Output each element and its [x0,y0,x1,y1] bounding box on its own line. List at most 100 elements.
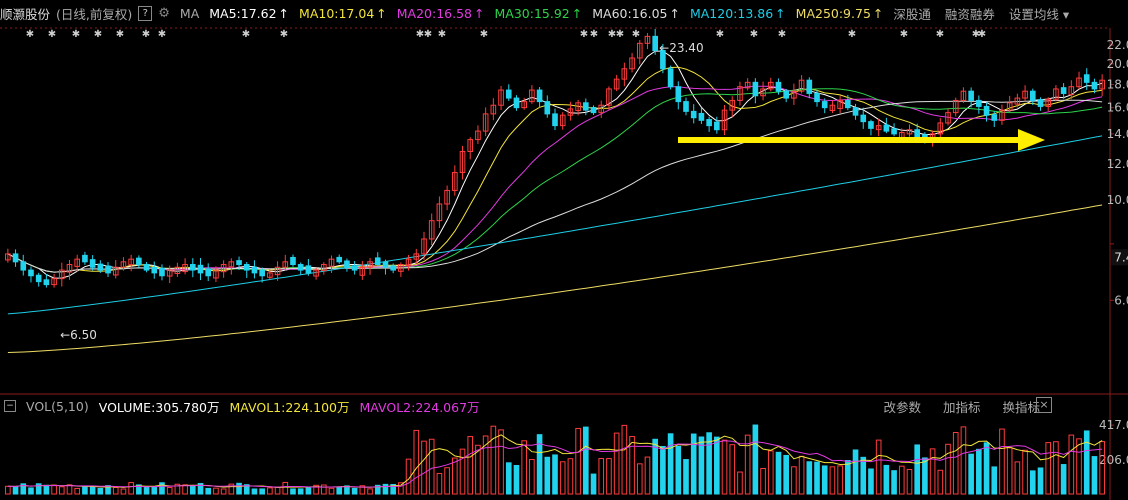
volume-bar [112,486,119,495]
volume-bar [436,472,443,495]
ma120-line [7,135,1103,315]
volume-bar [660,445,666,495]
candle-body [806,79,813,94]
event-marker: ✱ [94,29,102,40]
event-marker: ✱ [778,29,786,40]
candle-body [675,86,682,103]
y-tick-label: 18.00 [1107,78,1128,92]
y-tick-label: 22.00 [1107,38,1128,52]
candle-body [89,259,96,268]
volume-bar [729,444,736,495]
volume-bar [629,435,635,495]
vol-y-tick-label: 417.00 [1099,418,1128,432]
candle-body [814,92,820,103]
candle-body [714,121,720,131]
candle-body [143,263,150,271]
volume-bar [814,461,820,495]
event-marker: ✱ [580,29,588,40]
event-marker: ✱ [900,29,908,40]
candle-body [683,101,689,112]
volume-bar [683,459,689,495]
candle-body [775,81,782,92]
volume-bar [282,481,289,495]
candle-body [105,265,111,274]
volume-bar [5,485,11,495]
volume-bar [452,457,458,495]
volume-bar [467,436,474,495]
volume-bar [1053,441,1059,495]
volume-bar [513,464,520,495]
volume-bar [166,486,173,495]
candle-body [706,119,712,127]
volume-bar [945,443,951,495]
candle-body [698,112,705,121]
event-marker: ✱ [116,29,124,40]
volume-bar [58,486,65,495]
volume-bar [320,484,327,495]
volume-bar [189,485,196,495]
volume-bar [914,444,921,495]
candle-body [351,265,358,271]
candle-body [845,99,851,109]
volume-bar [159,482,165,495]
volume-bar [305,487,312,495]
candle-body [243,263,250,271]
candle-body [236,260,242,266]
event-marker: ✱ [716,29,724,40]
candle-body [983,105,990,116]
candle-body [914,129,921,138]
volume-bar [1029,470,1036,495]
volume-bar [636,463,643,495]
volume-bar [999,428,1005,495]
y-tick-label: 16.00 [1107,101,1128,115]
volume-bar [97,487,104,495]
candle-body [344,260,350,268]
candle-body [159,267,165,277]
volume-bar [829,466,836,495]
volume-bar [714,436,720,495]
ma10-line [7,66,1103,273]
volume-bar [752,424,759,495]
y-tick-label: 12.00 [1107,157,1128,171]
candle-body [1060,87,1067,94]
volume-bar [1022,449,1028,495]
event-marker: ✱ [26,29,34,40]
candle-body [513,97,520,109]
candle-body [505,89,512,99]
volume-bar [845,460,851,495]
volume-bar [1045,442,1052,495]
volume-bar [251,488,258,495]
event-marker: ✱ [438,29,446,40]
candle-body [783,90,790,99]
volume-bar [898,465,905,495]
candle-body [1091,81,1098,90]
volume-bar [82,485,88,495]
volume-bar [498,429,504,495]
volume-bar [821,465,828,495]
high-price-label: ←23.40 [659,41,703,55]
volume-bar [267,487,273,495]
volume-bar [51,484,57,495]
volume-bar [143,486,150,495]
candle-body [891,128,897,135]
volume-bar [1014,461,1021,495]
candle-body [35,274,42,283]
candle-body [968,90,974,101]
event-marker: ✱ [750,29,758,40]
volume-bar [721,439,728,495]
y-tick-label: 6.00 [1114,293,1128,307]
volume-bar [490,425,497,495]
candle-body [667,68,674,88]
volume-bar [351,487,358,495]
volume-bar [213,487,219,495]
volume-bar [382,483,389,495]
volume-bar [968,453,974,495]
kline-chart[interactable]: 6.00 10.00 12.00 14.00 16.00 18.00 20.00 22.00 7… [0,0,1128,500]
ma5-line [7,50,1103,279]
event-marker: ✱ [280,29,288,40]
candle-body [690,110,697,119]
y-tick-label: 10.00 [1107,193,1128,207]
candle-body [1083,74,1090,83]
volume-bar [521,440,527,495]
volume-bar [1068,434,1075,495]
